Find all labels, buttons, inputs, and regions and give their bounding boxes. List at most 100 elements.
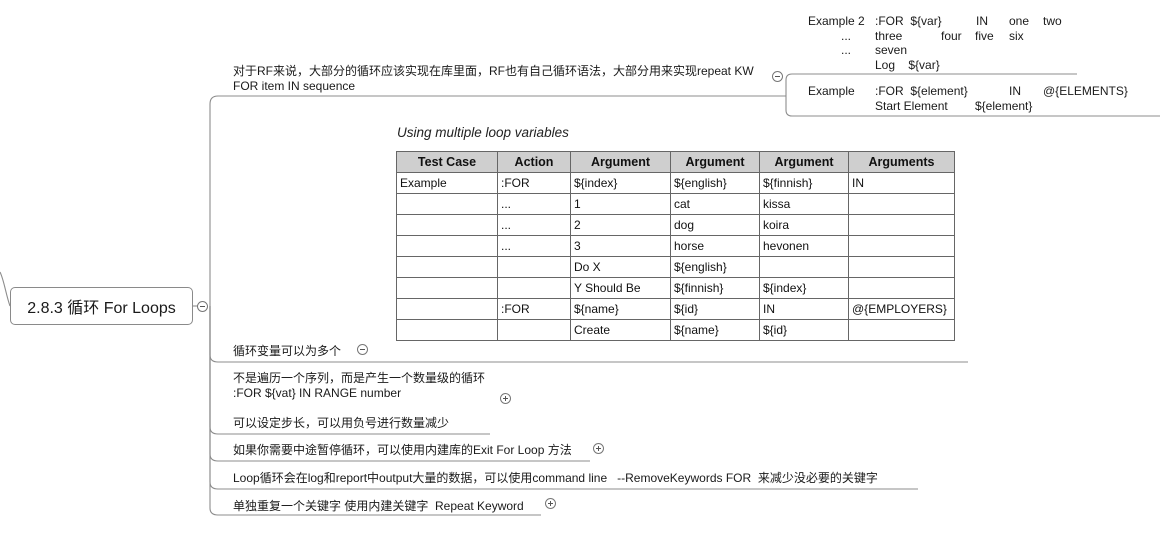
example1-col-testcase: Example bbox=[808, 84, 855, 99]
example1-col-arg2: @{ELEMENTS} bbox=[1043, 84, 1128, 99]
example1-cell: @{ELEMENTS} bbox=[1043, 84, 1128, 98]
table-cell: Create bbox=[570, 319, 671, 341]
table-cell: ... bbox=[497, 214, 571, 236]
table-cell: ${index} bbox=[570, 172, 671, 194]
table-cell bbox=[396, 193, 498, 215]
table-cell: ${index} bbox=[759, 277, 849, 299]
table-cell bbox=[497, 319, 571, 341]
table-cell: kissa bbox=[759, 193, 849, 215]
table-cell: Example bbox=[396, 172, 498, 194]
root-topic-label: 2.8.3 循环 For Loops bbox=[27, 300, 176, 317]
table-cell: Y Should Be bbox=[570, 277, 671, 299]
table-cell: 2 bbox=[570, 214, 671, 236]
example1-col-action: :FOR ${element} Start Element bbox=[875, 84, 968, 113]
table-row: ... 1 cat kissa bbox=[396, 193, 955, 215]
table-cell: @{EMPLOYERS} bbox=[848, 298, 955, 320]
table-cell: ${english} bbox=[670, 256, 760, 278]
example2-cell: ... bbox=[841, 28, 852, 43]
table-cell: ${finnish} bbox=[759, 172, 849, 194]
topic-multi-vars-collapse-icon[interactable] bbox=[357, 344, 368, 355]
example2-cell: ... bbox=[841, 43, 852, 57]
table-cell: ${name} bbox=[670, 319, 760, 341]
root-collapse-toggle-icon[interactable] bbox=[197, 301, 208, 312]
example2-cell: two bbox=[1043, 14, 1062, 28]
loop-table: Test Case Action Argument Argument Argum… bbox=[396, 151, 955, 341]
example2-col-action: :FOR ${var} three seven Log ${var} bbox=[875, 14, 942, 72]
table-cell: IN bbox=[759, 298, 849, 320]
table-cell: 3 bbox=[570, 235, 671, 257]
table-row: Y Should Be ${finnish} ${index} bbox=[396, 277, 955, 299]
loop-table-title: Using multiple loop variables bbox=[397, 125, 569, 140]
topic-rf-loops-line2: FOR item IN sequence bbox=[233, 79, 356, 93]
topic-repeat-kw-expand-icon[interactable] bbox=[545, 498, 556, 509]
header-cell: Arguments bbox=[848, 151, 955, 173]
header-cell: Test Case bbox=[396, 151, 498, 173]
table-row: Do X ${english} bbox=[396, 256, 955, 278]
header-cell: Argument bbox=[670, 151, 760, 173]
topic-exit-for-loop[interactable]: 如果你需要中途暂停循环，可以使用内建库的Exit For Loop 方法 bbox=[233, 443, 572, 457]
example2-cell: six bbox=[1009, 28, 1024, 43]
table-cell bbox=[848, 193, 955, 215]
header-cell: Action bbox=[497, 151, 571, 173]
table-cell: dog bbox=[670, 214, 760, 236]
table-row: ... 3 horse hevonen bbox=[396, 235, 955, 257]
example2-cell: seven bbox=[875, 43, 908, 57]
table-cell: ${finnish} bbox=[670, 277, 760, 299]
table-cell: IN bbox=[848, 172, 955, 194]
example1-cell: Example bbox=[808, 84, 855, 98]
table-cell: hevonen bbox=[759, 235, 849, 257]
table-cell bbox=[848, 256, 955, 278]
table-cell bbox=[497, 277, 571, 299]
topic-remove-keywords[interactable]: Loop循环会在log和report中output大量的数据，可以使用comma… bbox=[233, 471, 878, 485]
table-cell bbox=[396, 235, 498, 257]
example2-cell: :FOR ${var} bbox=[875, 14, 942, 28]
table-cell: horse bbox=[670, 235, 760, 257]
table-cell: 1 bbox=[570, 193, 671, 215]
example1-cell: :FOR ${element} bbox=[875, 84, 968, 98]
table-cell bbox=[848, 277, 955, 299]
table-cell: Do X bbox=[570, 256, 671, 278]
example2-col-arg3: two six bbox=[1009, 14, 1062, 43]
loop-table-image: Using multiple loop variables Test Case … bbox=[392, 122, 958, 357]
table-cell bbox=[759, 256, 849, 278]
table-cell bbox=[396, 277, 498, 299]
topic-rf-loops-line1: 对于RF来说，大部分的循环应该实现在库里面，RF也有自己循环语法，大部分用来实现… bbox=[233, 64, 754, 78]
table-cell: ... bbox=[497, 235, 571, 257]
table-cell: ${id} bbox=[759, 319, 849, 341]
table-cell: koira bbox=[759, 214, 849, 236]
topic-range-expand-icon[interactable] bbox=[500, 393, 511, 404]
table-cell: ... bbox=[497, 193, 571, 215]
topic-rf-loops-collapse-icon[interactable] bbox=[772, 71, 783, 82]
topic-range-line3: 可以设定步长，可以用负号进行数量减少 bbox=[233, 416, 450, 430]
table-cell bbox=[497, 256, 571, 278]
example2-cell: three bbox=[875, 28, 903, 43]
root-topic[interactable]: 2.8.3 循环 For Loops bbox=[10, 287, 193, 325]
example1-cell: IN bbox=[1009, 84, 1021, 98]
topic-multi-loop-vars[interactable]: 循环变量可以为多个 bbox=[233, 344, 341, 358]
example1-cell: ${element} bbox=[975, 98, 1033, 113]
table-cell: :FOR bbox=[497, 298, 571, 320]
example2-cell: Log ${var} bbox=[875, 57, 940, 72]
table-cell bbox=[848, 214, 955, 236]
table-cell bbox=[396, 256, 498, 278]
example2-cell: Example 2 bbox=[808, 14, 865, 28]
table-cell bbox=[396, 298, 498, 320]
table-cell: ${english} bbox=[670, 172, 760, 194]
topic-range-line1[interactable]: 不是遍历一个序列，而是产生一个数量级的循环 bbox=[233, 371, 485, 385]
header-cell: Argument bbox=[570, 151, 671, 173]
example1-col-arg1: IN ${element} bbox=[975, 84, 1032, 113]
example1-cell: Start Element bbox=[875, 98, 948, 113]
table-row: Create ${name} ${id} bbox=[396, 319, 955, 341]
table-cell: ${name} bbox=[570, 298, 671, 320]
table-cell: :FOR bbox=[497, 172, 571, 194]
table-cell bbox=[848, 319, 955, 341]
table-cell bbox=[396, 319, 498, 341]
table-row: ... 2 dog koira bbox=[396, 214, 955, 236]
topic-repeat-keyword[interactable]: 单独重复一个关键字 使用内建关键字 Repeat Keyword bbox=[233, 499, 524, 513]
table-cell: cat bbox=[670, 193, 760, 215]
header-cell: Argument bbox=[759, 151, 849, 173]
table-cell bbox=[848, 235, 955, 257]
table-row: Example :FOR ${index} ${english} ${finni… bbox=[396, 172, 955, 194]
topic-exit-loop-expand-icon[interactable] bbox=[593, 443, 604, 454]
table-row: :FOR ${name} ${id} IN @{EMPLOYERS} bbox=[396, 298, 955, 320]
